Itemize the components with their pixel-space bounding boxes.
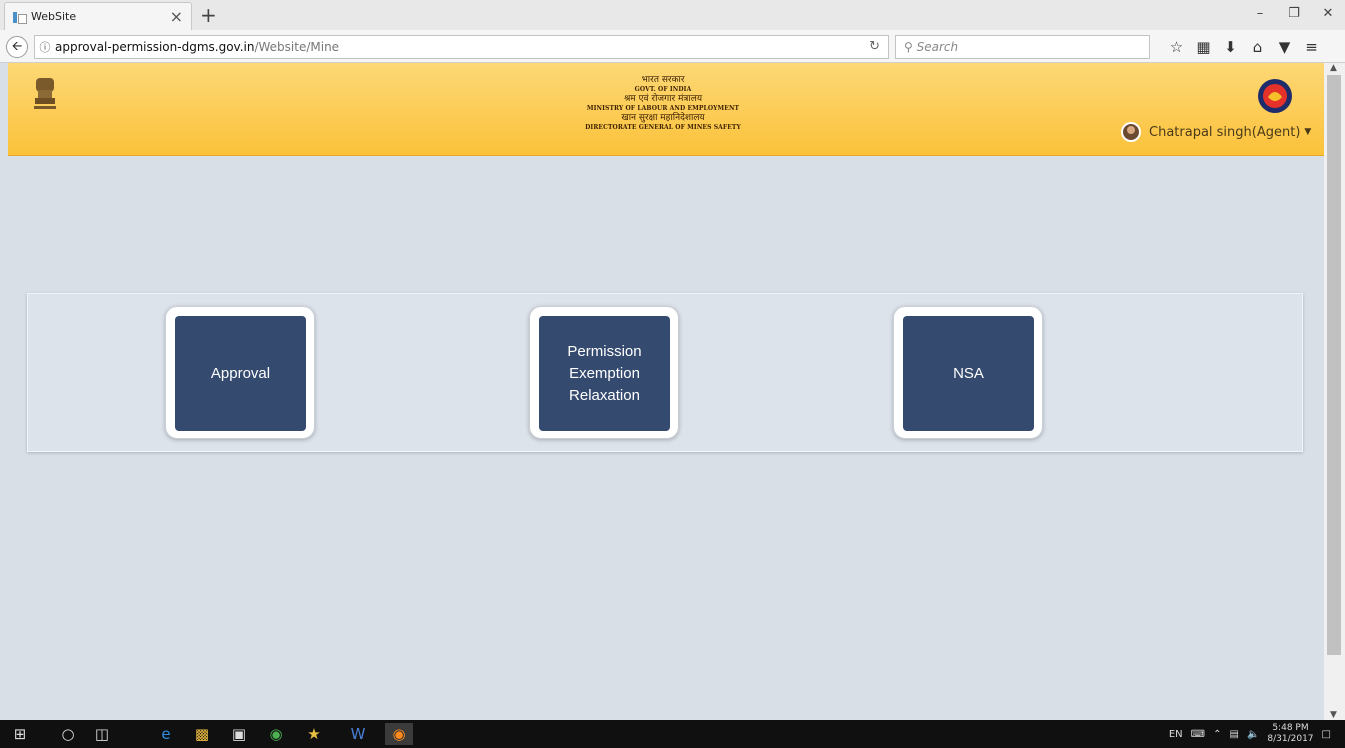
browser-toolbar: ☆ ▦ ⬇ ⌂ ▼ ≡ <box>1163 35 1325 59</box>
pocket-icon[interactable]: ▼ <box>1271 35 1298 59</box>
scrollbar-thumb[interactable] <box>1327 75 1341 655</box>
approval-tile-frame: Approval <box>165 306 315 439</box>
approval-tile[interactable]: Approval <box>175 316 306 431</box>
relaxation-label: Relaxation <box>569 386 640 404</box>
chrome-browser-icon[interactable]: ◉ <box>262 723 290 745</box>
media-app-icon[interactable]: ★ <box>300 723 328 745</box>
header-title-block: भारत सरकार GOVT. OF INDIA श्रम एवं रोजगा… <box>548 75 778 132</box>
word-app-icon[interactable]: W <box>344 723 372 745</box>
nsa-label: NSA <box>953 364 984 382</box>
minimize-icon[interactable]: – <box>1243 0 1277 30</box>
clock-time: 5:48 PM <box>1272 723 1309 733</box>
browser-tab[interactable]: WebSite × <box>4 2 192 30</box>
header-line-govt-english: GOVT. OF INDIA <box>634 86 692 93</box>
edge-browser-icon[interactable]: e <box>152 723 180 745</box>
keyboard-icon[interactable]: ⌨ <box>1191 729 1205 740</box>
exemption-label: Exemption <box>569 364 640 382</box>
windows-taskbar: ⊞ ○ ◫ e ▩ ▣ ◉ ★ W ◉ EN ⌨ ⌃ ▤ 🔈 5:48 PM 8… <box>0 720 1345 748</box>
browser-nav-bar: 🡨 ⓘ approval-permission-dgms.gov.in/Webs… <box>0 30 1345 63</box>
approval-label: Approval <box>210 364 271 382</box>
show-hidden-icons-icon[interactable]: ⌃ <box>1213 729 1221 740</box>
module-panel: Approval Permission Exemption Relaxation… <box>27 293 1303 452</box>
url-domain: approval-permission-dgms.gov.in <box>55 40 255 54</box>
permission-label: Permission <box>567 342 642 360</box>
user-menu[interactable]: Chatrapal singh(Agent) ▼ <box>1121 122 1311 142</box>
header-line-ministry-hindi: श्रम एवं रोजगार मंत्रालय <box>623 94 703 104</box>
header-line-dgms-hindi: खान सुरक्षा महानिदेशालय <box>621 113 705 123</box>
chevron-down-icon: ▼ <box>1304 127 1312 137</box>
download-icon[interactable]: ⬇ <box>1217 35 1244 59</box>
browser-tab-bar: WebSite × + – ❐ ✕ <box>0 0 1345 30</box>
page-favicon-icon <box>13 11 27 24</box>
nsa-tile-frame: NSA <box>893 306 1043 439</box>
avatar <box>1121 122 1141 142</box>
restore-icon[interactable]: ❐ <box>1277 0 1311 30</box>
firefox-browser-icon[interactable]: ◉ <box>385 723 413 745</box>
reload-icon[interactable]: ↻ <box>869 39 880 54</box>
tab-title: WebSite <box>31 10 77 23</box>
volume-icon[interactable]: 🔈 <box>1247 729 1259 740</box>
tab-close-button[interactable]: × <box>170 7 183 26</box>
cortana-search-icon[interactable]: ○ <box>54 723 82 745</box>
task-view-icon[interactable]: ◫ <box>88 723 116 745</box>
menu-icon[interactable]: ≡ <box>1298 35 1325 59</box>
page-scrollbar[interactable]: ▲ ▼ <box>1324 63 1345 720</box>
language-indicator[interactable]: EN <box>1169 729 1183 740</box>
national-emblem-icon <box>34 78 56 109</box>
permission-exemption-relaxation-tile[interactable]: Permission Exemption Relaxation <box>539 316 670 431</box>
page-viewport: भारत सरकार GOVT. OF INDIA श्रम एवं रोजगा… <box>8 63 1324 720</box>
url-path: /Website/Mine <box>254 40 340 54</box>
network-icon[interactable]: ▤ <box>1229 729 1238 740</box>
home-icon[interactable]: ⌂ <box>1244 35 1271 59</box>
header-line-ministry-english: MINISTRY OF LABOUR AND EMPLOYMENT <box>586 105 740 112</box>
reading-list-icon[interactable]: ▦ <box>1190 35 1217 59</box>
notifications-icon[interactable]: □ <box>1322 729 1331 740</box>
close-window-icon[interactable]: ✕ <box>1311 0 1345 30</box>
back-button[interactable]: 🡨 <box>6 36 28 58</box>
header-line-govt-hindi: भारत सरकार <box>641 75 685 85</box>
file-explorer-icon[interactable]: ▩ <box>188 723 216 745</box>
permission-tile-frame: Permission Exemption Relaxation <box>529 306 679 439</box>
scroll-up-icon[interactable]: ▲ <box>1330 63 1337 73</box>
store-icon[interactable]: ▣ <box>225 723 253 745</box>
search-icon: ⚲ <box>904 40 913 54</box>
header-line-dgms-english: DIRECTORATE GENERAL OF MINES SAFETY <box>585 124 741 131</box>
address-bar[interactable]: ⓘ approval-permission-dgms.gov.in/Websit… <box>34 35 889 59</box>
windows-start-icon[interactable]: ⊞ <box>6 723 34 745</box>
nsa-tile[interactable]: NSA <box>903 316 1034 431</box>
scroll-down-icon[interactable]: ▼ <box>1330 710 1337 720</box>
clock-date: 8/31/2017 <box>1267 734 1314 744</box>
system-clock[interactable]: 5:48 PM 8/31/2017 <box>1267 723 1313 745</box>
site-header: भारत सरकार GOVT. OF INDIA श्रम एवं रोजगा… <box>8 63 1324 156</box>
search-placeholder: Search <box>916 40 959 54</box>
site-info-icon[interactable]: ⓘ <box>35 39 55 55</box>
system-tray: EN ⌨ ⌃ ▤ 🔈 5:48 PM 8/31/2017 □ <box>1161 720 1331 748</box>
new-tab-button[interactable]: + <box>200 3 217 27</box>
user-name: Chatrapal singh(Agent) <box>1149 124 1301 140</box>
window-controls: – ❐ ✕ <box>1243 0 1345 30</box>
search-input[interactable]: ⚲ Search <box>895 35 1150 59</box>
dgms-logo-icon <box>1258 79 1292 113</box>
star-icon[interactable]: ☆ <box>1163 35 1190 59</box>
